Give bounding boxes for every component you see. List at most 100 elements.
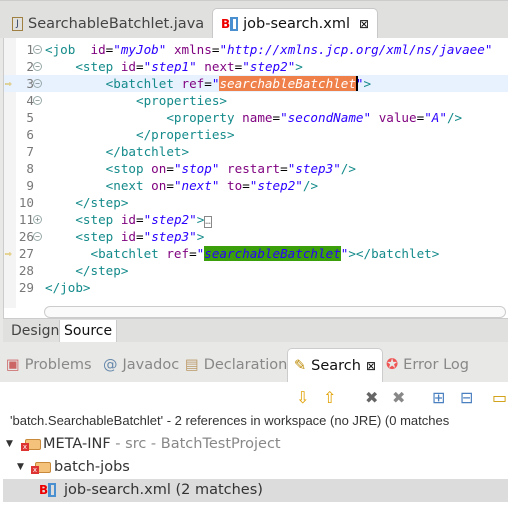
code-line[interactable]: 26− <step id="step3"> — [4, 228, 508, 245]
code-token: to — [227, 178, 243, 193]
tab-search[interactable]: ✎ Search ⊠ — [287, 348, 384, 382]
collapse-all-icon[interactable]: ⊟ — [460, 388, 473, 408]
code-line[interactable]: 9 <next on="next" to="step2"/> — [4, 177, 508, 194]
line-number: 5 — [26, 110, 34, 125]
declaration-icon: ▤ — [185, 357, 199, 373]
collapse-fold-icon[interactable]: − — [33, 45, 42, 54]
line-number: 1 — [26, 42, 34, 57]
tab-problems[interactable]: ▣ Problems — [6, 348, 92, 382]
tab-declaration[interactable]: ▤ Declaration — [185, 348, 287, 382]
code-line[interactable]: ⇨ 3− <batchlet ref="searchableBatchlet"> — [4, 75, 508, 92]
code-token: "http://xmlns.jcp.org/xml/ns/javaee" — [219, 42, 493, 57]
code-text: <step id="step3"> — [45, 228, 204, 245]
expanded-triangle-icon[interactable]: ▼ — [17, 456, 24, 479]
expand-all-icon[interactable]: ⊞ — [432, 388, 445, 408]
tab-error-log[interactable]: ✪ Error Log — [386, 348, 469, 382]
tree-item-job-search-xml[interactable]: B job-search.xml (2 matches) — [3, 479, 508, 502]
code-line[interactable]: 10 </step> — [4, 194, 508, 211]
code-line[interactable]: 6 </properties> — [4, 126, 508, 143]
code-token: name — [242, 110, 273, 125]
code-token: /> — [446, 110, 463, 125]
close-icon[interactable]: ⊠ — [366, 359, 376, 373]
close-icon[interactable]: ⊠ — [359, 17, 369, 31]
code-text: </step> — [45, 262, 128, 279]
open-folder-icon[interactable]: ▭ — [492, 388, 507, 408]
code-token: "A" — [424, 110, 447, 125]
search-view: ⇩ ⇧ ✖ ✖ ⊞ ⊟ ▭ 'batch.SearchableBatchlet'… — [0, 382, 508, 518]
code-token: </properties> — [136, 127, 235, 142]
line-number: 6 — [26, 127, 34, 142]
code-token: <batchlet — [105, 76, 182, 91]
code-token: = — [242, 178, 250, 193]
code-token: <next — [105, 178, 152, 193]
collapse-fold-icon[interactable]: − — [33, 62, 42, 71]
code-token: "next" — [173, 178, 220, 193]
collapse-fold-icon[interactable]: − — [33, 79, 42, 88]
tree-item-meta-inf[interactable]: ▼ META-INF - src - BatchTestProject — [3, 433, 508, 456]
code-line[interactable]: 2− <step id="step1" next="step2"> — [4, 58, 508, 75]
code-token: on — [151, 161, 167, 176]
tab-searchablebatchlet-java[interactable]: J SearchableBatchlet.java — [4, 8, 212, 39]
code-line[interactable]: 11 + <step id="step2">… — [4, 211, 508, 228]
collapse-fold-icon[interactable]: − — [33, 96, 42, 105]
code-text: <stop on="stop" restart="step3"/> — [45, 160, 356, 177]
package-folder-icon — [31, 462, 51, 474]
tree-item-batch-jobs[interactable]: ▼ batch-jobs — [3, 456, 508, 479]
next-match-arrow-down-icon[interactable]: ⇩ — [296, 388, 309, 408]
editor-mode-tabs: Design Source — [3, 318, 508, 342]
remove-all-matches-icon[interactable]: ✖ — [392, 388, 405, 408]
tab-source[interactable]: Source — [59, 320, 118, 342]
code-token: = — [166, 161, 174, 176]
code-token: /> — [340, 161, 356, 176]
xml-source-editor[interactable]: 1− <job id="myJob" xmlns="http://xmlns.jc… — [3, 38, 508, 318]
code-token: "step1" — [143, 59, 197, 74]
code-token: </batchlet> — [105, 144, 190, 159]
code-line[interactable]: 28 </step> — [4, 262, 508, 279]
code-line[interactable]: 4− <properties> — [4, 92, 508, 109]
code-token: </step> — [75, 195, 129, 210]
code-token: "step2" — [249, 178, 303, 193]
line-number: 8 — [26, 161, 34, 176]
code-token: "step2" — [242, 59, 296, 74]
horizontal-scrollbar[interactable] — [44, 306, 506, 318]
expand-fold-icon[interactable]: + — [33, 215, 42, 224]
code-line[interactable]: 8 <stop on="stop" restart="step3"/> — [4, 160, 508, 177]
code-token: id — [120, 212, 137, 227]
collapse-fold-icon[interactable]: − — [33, 232, 42, 241]
xml-file-icon: B — [39, 479, 57, 502]
code-token: " — [355, 76, 364, 91]
code-line[interactable]: 29 </job> — [4, 279, 508, 296]
code-text: <batchlet ref="searchableBatchlet"></bat… — [45, 245, 439, 262]
line-number: 9 — [26, 178, 34, 193]
line-number: 26 — [18, 229, 34, 244]
tab-javadoc[interactable]: @ Javadoc — [103, 348, 179, 382]
expanded-triangle-icon[interactable]: ▼ — [6, 433, 13, 456]
remove-match-icon[interactable]: ✖ — [365, 388, 378, 408]
code-line[interactable]: 7 </batchlet> — [4, 143, 508, 160]
search-match-marker-icon: ⇨ — [5, 247, 12, 260]
tab-job-search-xml[interactable]: B job-search.xml ⊠ — [212, 8, 379, 39]
tab-design[interactable]: Design — [7, 320, 63, 342]
error-log-icon: ✪ — [386, 357, 399, 373]
search-result-summary: 'batch.SearchableBatchlet' - 2 reference… — [10, 413, 450, 428]
code-text: <batchlet ref="searchableBatchlet"> — [45, 75, 371, 92]
line-number: 7 — [26, 144, 34, 159]
panel-tab-bar: ▣ Problems @ Javadoc ▤ Declaration ✎ Search ⊠… — [0, 348, 508, 382]
code-line[interactable]: ⇨ 27 <batchlet ref="searchableBatchlet"><… — [4, 245, 508, 262]
editor-tab-bar: J SearchableBatchlet.java B job-search.x… — [0, 0, 508, 39]
code-line[interactable]: 1− <job id="myJob" xmlns="http://xmlns.jc… — [4, 41, 508, 58]
code-line[interactable]: 5 <property name="secondName" value="A"/… — [4, 109, 508, 126]
previous-match-arrow-up-icon[interactable]: ⇧ — [323, 388, 336, 408]
code-token: "secondName" — [280, 110, 372, 125]
code-token: ref — [181, 76, 205, 91]
code-token: id — [120, 59, 137, 74]
search-match-highlight: searchableBatchlet — [219, 76, 356, 91]
